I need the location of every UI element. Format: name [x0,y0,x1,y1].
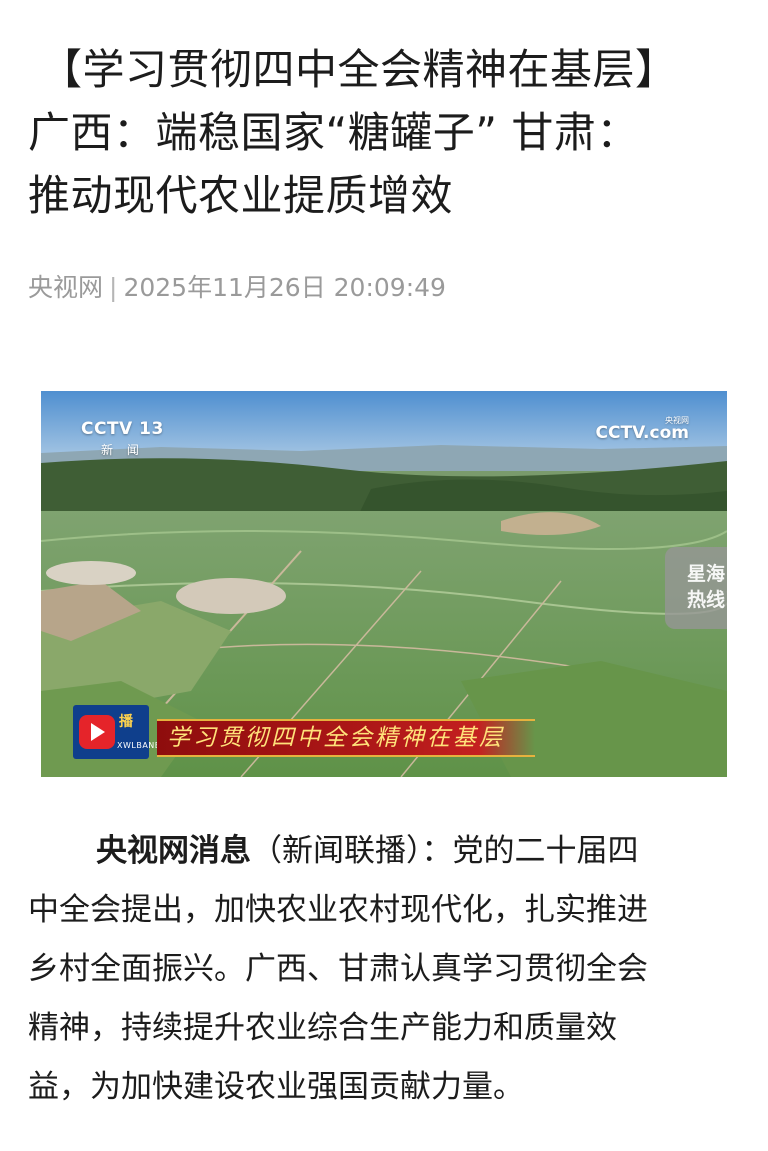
body-lead: 央视网消息 [96,833,251,869]
meta-separator: | [109,273,118,302]
body-line-2: 中全会提出，加快农业农村现代化，扎实推进 [28,892,648,928]
headline-line-1: 【学习贯彻四中全会精神在基层】 [40,45,678,94]
cctv-com-logo-small: 央视网 [665,416,689,425]
cctv13-logo-text: CCTV 13 [81,419,164,439]
hotline-label-2: 热线 [686,589,725,611]
headline-line-2: 广西：端稳国家“糖罐子” 甘肃： [28,108,639,157]
hotline-button[interactable]: 星海 热线 [665,547,727,629]
video-caption-banner: 学习贯彻四中全会精神在基层 [157,719,535,757]
cctv-com-logo-text: CCTV.com [595,423,689,443]
play-icon [79,715,115,749]
video-player[interactable]: CCTV 13 新 闻 央视网 CCTV.com 星海 热线 播 XWLBANB… [41,391,727,777]
body-line-3: 乡村全面振兴。广西、甘肃认真学习贯彻全会 [28,951,648,987]
body-line-4: 精神，持续提升农业综合生产能力和质量效 [28,1010,617,1046]
xinwen-lianbo-logo-text: 播 [119,714,133,730]
body-line-1: 央视网消息（新闻联播）：党的二十届四 [28,822,740,881]
article-headline: 【学习贯彻四中全会精神在基层】 广西：端稳国家“糖罐子” 甘肃： 推动现代农业提… [28,38,748,227]
article-datetime: 2025年11月26日 20:09:49 [123,273,446,302]
cctv-com-logo: 央视网 CCTV.com [595,416,689,443]
headline-line-3: 推动现代农业提质增效 [28,171,454,220]
article-source[interactable]: 央视网 [28,273,103,302]
cctv13-logo: CCTV 13 新 闻 [81,419,164,458]
body-line-5: 益，为加快建设农业强国贡献力量。 [28,1069,524,1105]
article-body: 央视网消息（新闻联播）：党的二十届四 中全会提出，加快农业农村现代化，扎实推进 … [28,822,740,1117]
hotline-label-1: 星海 [686,563,725,585]
xinwen-lianbo-logo: 播 XWLBANBO [73,705,167,759]
article-meta: 央视网 | 2025年11月26日 20:09:49 [28,268,446,304]
body-lead-paren: （新闻联播）：党的二十届四 [251,833,639,869]
cctv13-logo-sub: 新 闻 [101,443,144,457]
